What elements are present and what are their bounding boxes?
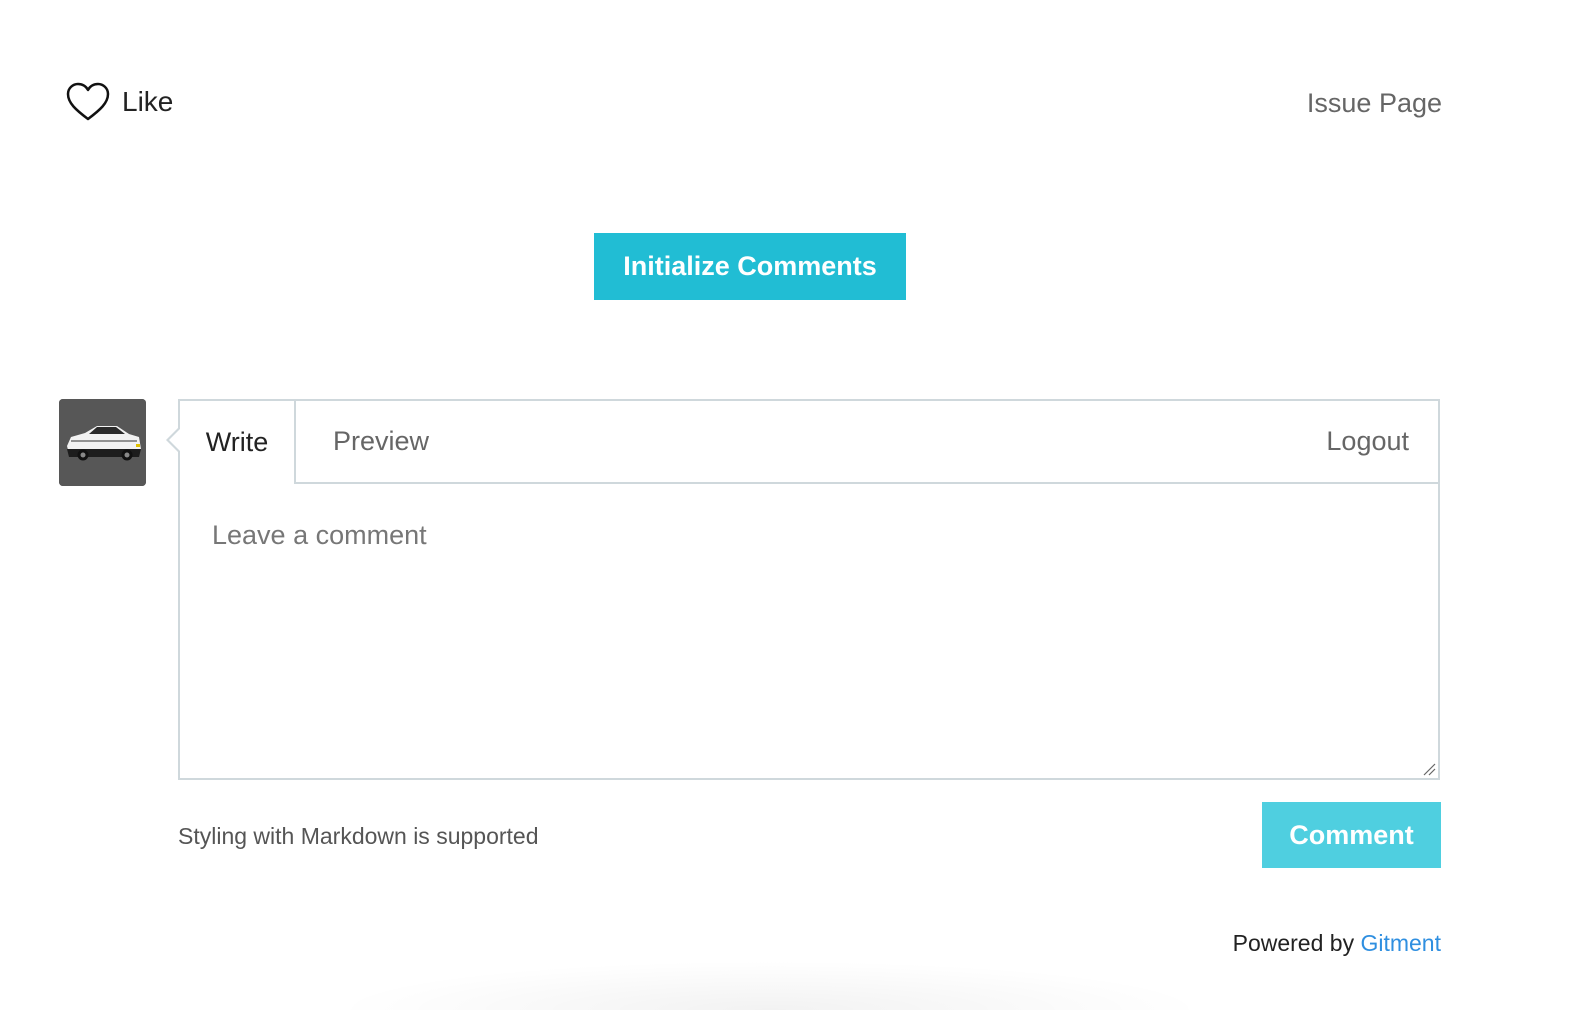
powered-by: Powered by Gitment — [1233, 930, 1441, 957]
avatar[interactable] — [59, 399, 146, 486]
comment-editor: Write Preview Logout — [166, 399, 1440, 780]
gitment-link[interactable]: Gitment — [1360, 930, 1441, 956]
tab-write[interactable]: Write — [180, 401, 296, 484]
like-label: Like — [122, 86, 174, 117]
car-avatar — [59, 399, 146, 486]
initialize-comments-button[interactable]: Initialize Comments — [594, 233, 906, 300]
logout-link[interactable]: Logout — [1326, 401, 1409, 482]
heart-icon — [66, 82, 110, 122]
comment-textarea[interactable] — [180, 484, 1438, 778]
gitment-container: Like Issue Page Initialize Comments Writ… — [0, 0, 1588, 1010]
comment-button[interactable]: Comment — [1262, 802, 1441, 868]
powered-by-label: Powered by — [1232, 930, 1361, 956]
markdown-support-note: Styling with Markdown is supported — [178, 823, 539, 849]
bottom-shadow — [330, 960, 1210, 1010]
issue-page-link[interactable]: Issue Page — [1307, 88, 1442, 119]
editor-tabs: Write Preview Logout — [180, 401, 1438, 484]
resize-grip-icon[interactable] — [1422, 762, 1436, 776]
tab-preview[interactable]: Preview — [333, 401, 429, 482]
like-button[interactable]: Like — [66, 82, 173, 122]
